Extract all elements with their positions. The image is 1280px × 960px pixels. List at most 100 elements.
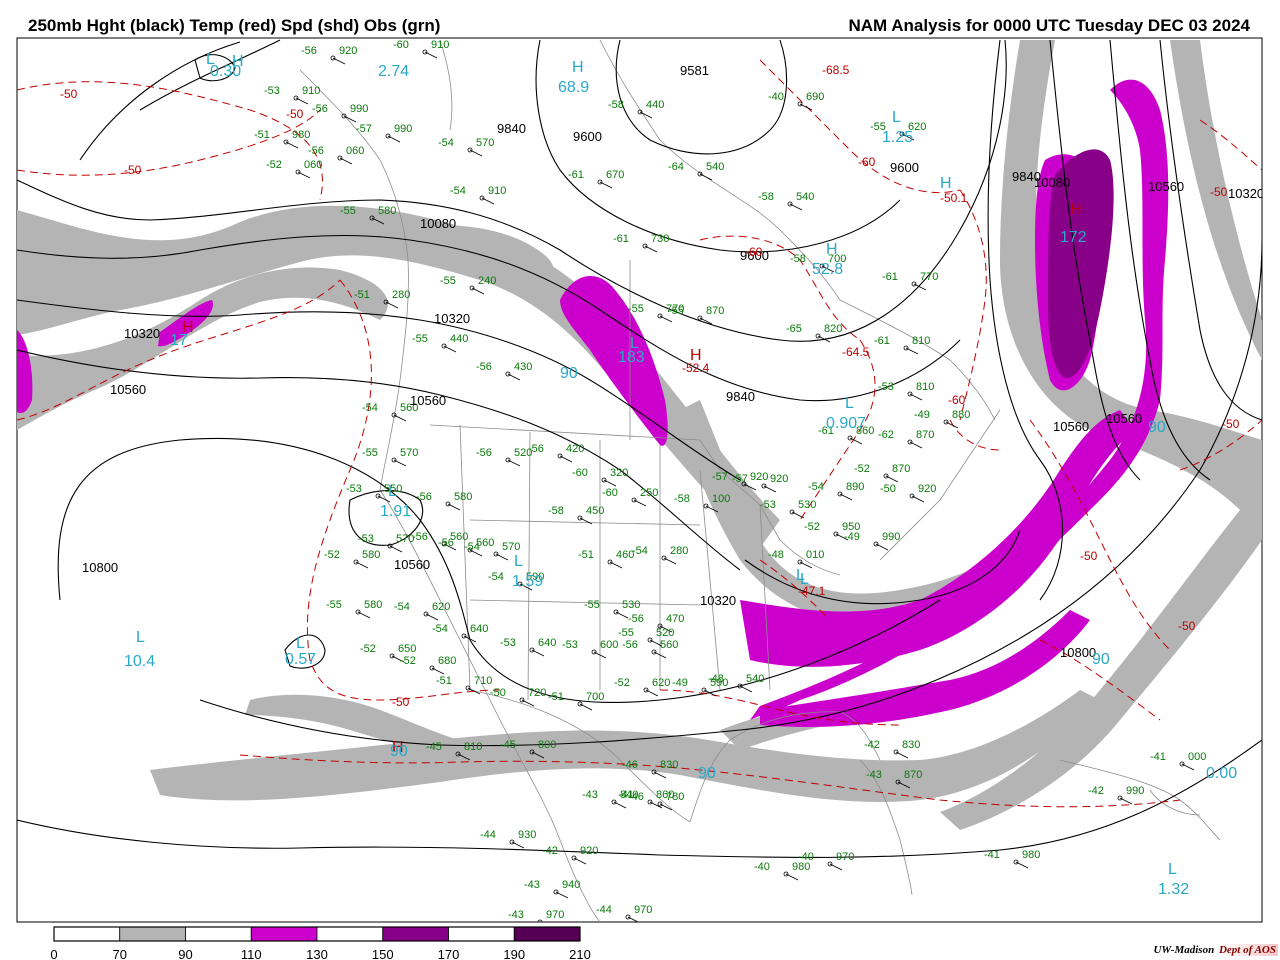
station-temp: -56	[312, 103, 328, 115]
pressure-center: H	[572, 59, 584, 76]
station-temp: -55	[340, 205, 356, 217]
pressure-center: L	[390, 25, 399, 42]
station-temp: -42	[542, 845, 558, 857]
station-height: 910	[488, 185, 506, 197]
station-temp: -53	[878, 381, 894, 393]
station-temp: -43	[866, 769, 882, 781]
station-temp: -55	[362, 447, 378, 459]
temp-label: -60	[858, 155, 876, 169]
station-temp: -55	[412, 333, 428, 345]
legend-swatch	[53, 926, 121, 942]
legend-tick: 170	[438, 947, 460, 960]
station-temp: -56	[301, 45, 317, 57]
station-height: 810	[464, 741, 482, 753]
station-height: 560	[660, 639, 678, 651]
station-height: 870	[892, 463, 910, 475]
station-height: 580	[378, 205, 396, 217]
station-temp: -64	[668, 161, 684, 173]
station-temp: -56	[628, 613, 644, 625]
station-height: 250	[640, 487, 658, 499]
station-height: 730	[651, 233, 669, 245]
station-height: 970	[546, 909, 564, 921]
station-height: 920	[580, 845, 598, 857]
station-height: 060	[304, 159, 322, 171]
station-temp: -45	[426, 741, 442, 753]
station-height: 830	[660, 759, 678, 771]
station-temp: -57	[712, 471, 728, 483]
station-height: 580	[364, 599, 382, 611]
height-label: 10800	[82, 560, 118, 575]
station-height: 530	[798, 499, 816, 511]
station-height: 920	[770, 473, 788, 485]
station-temp: -54	[632, 545, 648, 557]
center-value: 17	[170, 332, 188, 349]
height-label: 10320	[700, 593, 736, 608]
station-height: 060	[346, 145, 364, 157]
temp-label: -64.5	[842, 345, 870, 359]
height-label: 9581	[680, 63, 709, 78]
station-temp: -52	[266, 159, 282, 171]
height-label: 9600	[890, 160, 919, 175]
station-height: 870	[706, 305, 724, 317]
legend-tick: 90	[178, 947, 192, 960]
station-temp: -60	[602, 487, 618, 499]
station-height: 770	[920, 271, 938, 283]
height-label: 10080	[1034, 175, 1070, 190]
station-temp: -52	[614, 677, 630, 689]
station-height: 570	[502, 541, 520, 553]
station-height: 870	[916, 429, 934, 441]
station-height: 530	[622, 599, 640, 611]
center-value: 0.00	[1206, 765, 1237, 782]
station-height: 280	[392, 289, 410, 301]
station-temp: -61	[874, 335, 890, 347]
temp-label: -60	[745, 245, 763, 259]
height-label: 9600	[573, 129, 602, 144]
temp-label: -50	[1210, 185, 1228, 199]
center-value: 90	[698, 765, 716, 782]
center-value: 1.59	[512, 573, 543, 590]
center-value: 1.32	[1158, 881, 1189, 898]
station-temp: -41	[984, 849, 1000, 861]
temp-label: -50	[286, 107, 304, 121]
station-temp: -41	[618, 789, 634, 801]
pressure-center: H	[940, 175, 952, 192]
station-height: 440	[450, 333, 468, 345]
center-value: 90	[1092, 651, 1110, 668]
legend-tick: 210	[569, 947, 591, 960]
station-temp: -57	[356, 123, 372, 135]
station-temp: -54	[464, 541, 480, 553]
height-label: 10320	[124, 326, 160, 341]
temp-label: -50	[1080, 549, 1098, 563]
station-temp: -56	[416, 491, 432, 503]
station-temp: -55	[668, 305, 684, 317]
station-temp: -51	[548, 691, 564, 703]
height-label: 10320	[1228, 186, 1264, 201]
legend-tick: 130	[306, 947, 328, 960]
station-height: 810	[916, 381, 934, 393]
station-temp: -51	[254, 129, 270, 141]
pressure-center: H	[690, 347, 702, 364]
legend-swatch	[250, 926, 318, 942]
pressure-center: L	[845, 395, 854, 412]
station-height: 540	[796, 191, 814, 203]
station-height: 620	[652, 677, 670, 689]
temp-label: -50	[1222, 417, 1240, 431]
temp-label: -68.5	[822, 63, 850, 77]
pressure-center: L	[1168, 861, 1177, 878]
center-value: 1.25	[882, 129, 913, 146]
station-height: 990	[882, 531, 900, 543]
station-temp: -53	[562, 639, 578, 651]
height-label: 10560	[1148, 179, 1184, 194]
station-temp: -52	[854, 463, 870, 475]
station-temp: -45	[500, 739, 516, 751]
station-height: 930	[518, 829, 536, 841]
station-height: 880	[952, 409, 970, 421]
height-label: 10560	[394, 557, 430, 572]
station-height: 640	[538, 637, 556, 649]
center-value: 172	[1060, 229, 1087, 246]
station-temp: -58	[758, 191, 774, 203]
station-temp: -44	[480, 829, 496, 841]
station-height: 920	[339, 45, 357, 57]
station-temp: -58	[674, 493, 690, 505]
station-height: 580	[454, 491, 472, 503]
